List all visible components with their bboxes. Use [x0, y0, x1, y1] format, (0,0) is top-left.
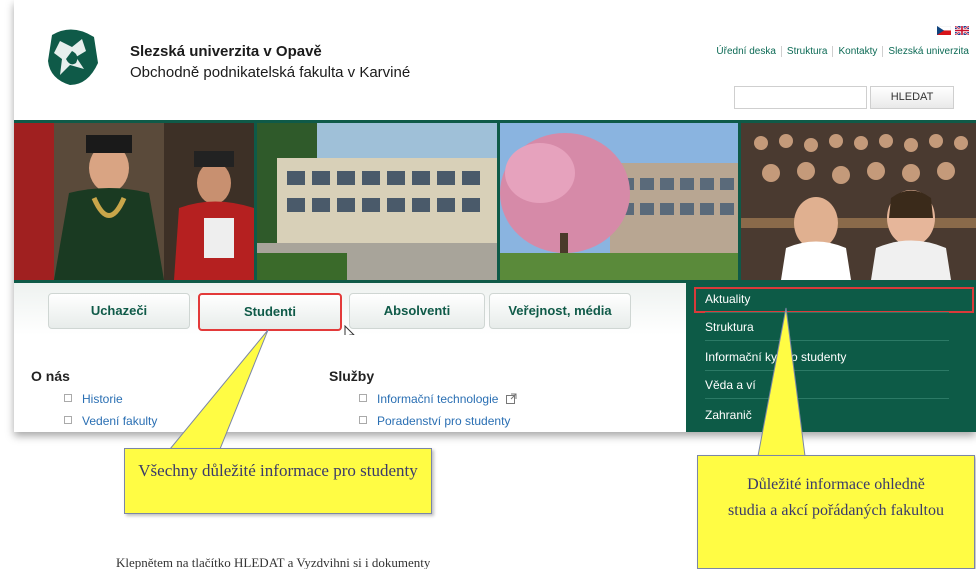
- sidebar-item-struktura[interactable]: Struktura: [705, 316, 949, 341]
- list-item-informacni-technologie[interactable]: Informační technologie: [359, 392, 517, 406]
- sidebar-item-veda-a-vyzkum[interactable]: Věda a ví: [705, 374, 949, 399]
- photo-faculty-building: [257, 123, 497, 280]
- list-item-poradenstvi[interactable]: Poradenství pro studenty: [359, 414, 510, 428]
- list-item-vedeni-fakulty[interactable]: Vedení fakulty: [64, 414, 157, 428]
- university-logo-icon[interactable]: [42, 27, 104, 87]
- tab-uchazeci[interactable]: Uchazeči: [48, 293, 190, 329]
- site-header: Slezská univerzita v Opavě Obchodně podn…: [14, 0, 976, 120]
- tab-studenti[interactable]: Studenti: [198, 293, 342, 331]
- photo-students-lecture: [741, 123, 976, 280]
- photo-building-blossom: [500, 123, 738, 280]
- sidebar-menu: Aktuality Struktura Informační ky pro st…: [686, 283, 976, 432]
- external-link-icon: [505, 393, 517, 404]
- main-nav: Uchazeči Studenti Absolventi Veřejnost, …: [14, 283, 686, 343]
- sidebar-item-aktuality[interactable]: Aktuality: [705, 288, 949, 313]
- language-switcher: [933, 26, 969, 44]
- bullet-icon: [64, 394, 72, 402]
- sidebar-item-informacni-systemy[interactable]: Informační ky pro studenty: [705, 346, 949, 371]
- top-links: Úřední deska Struktura Kontakty Slezská uni…: [711, 46, 974, 57]
- section-title-o-nas: O nás: [31, 368, 70, 384]
- document-bottom-text: Klepnětem na tlačítko HLEDAT a Vyzdvihni…: [116, 555, 431, 569]
- link-struktura[interactable]: Struktura: [780, 46, 833, 57]
- callout-study-events-info: Důležité informace ohledně studia a akcí…: [697, 455, 975, 569]
- faculty-name[interactable]: Obchodně podnikatelská fakulta v Karviné: [130, 64, 410, 81]
- photo-banner: [14, 120, 976, 283]
- bullet-icon: [359, 416, 367, 424]
- czech-flag-icon[interactable]: [937, 26, 951, 35]
- photo-graduation-ceremony: [14, 123, 254, 280]
- section-title-sluzby: Služby: [329, 368, 375, 384]
- uk-flag-icon[interactable]: [955, 26, 969, 35]
- link-slezska-univerzita[interactable]: Slezská univerzita: [882, 46, 974, 57]
- bullet-icon: [64, 416, 72, 424]
- link-uredni-deska[interactable]: Úřední deska: [711, 46, 780, 57]
- list-item-historie[interactable]: Historie: [64, 392, 123, 406]
- tab-absolventi[interactable]: Absolventi: [349, 293, 485, 329]
- search-button[interactable]: HLEDAT: [870, 86, 954, 109]
- link-kontakty[interactable]: Kontakty: [832, 46, 883, 57]
- callout-students-info: Všechny důležité informace pro studenty: [124, 448, 432, 514]
- website-screenshot: Slezská univerzita v Opavě Obchodně podn…: [14, 0, 976, 432]
- sidebar-item-zahranici[interactable]: Zahranič: [705, 404, 949, 428]
- university-name[interactable]: Slezská univerzita v Opavě: [130, 43, 322, 60]
- content-area: O nás Historie Vedení fakulty Služby Inf…: [14, 335, 686, 432]
- search-input[interactable]: [734, 86, 867, 109]
- bullet-icon: [359, 394, 367, 402]
- tab-verejnost-media[interactable]: Veřejnost, média: [489, 293, 631, 329]
